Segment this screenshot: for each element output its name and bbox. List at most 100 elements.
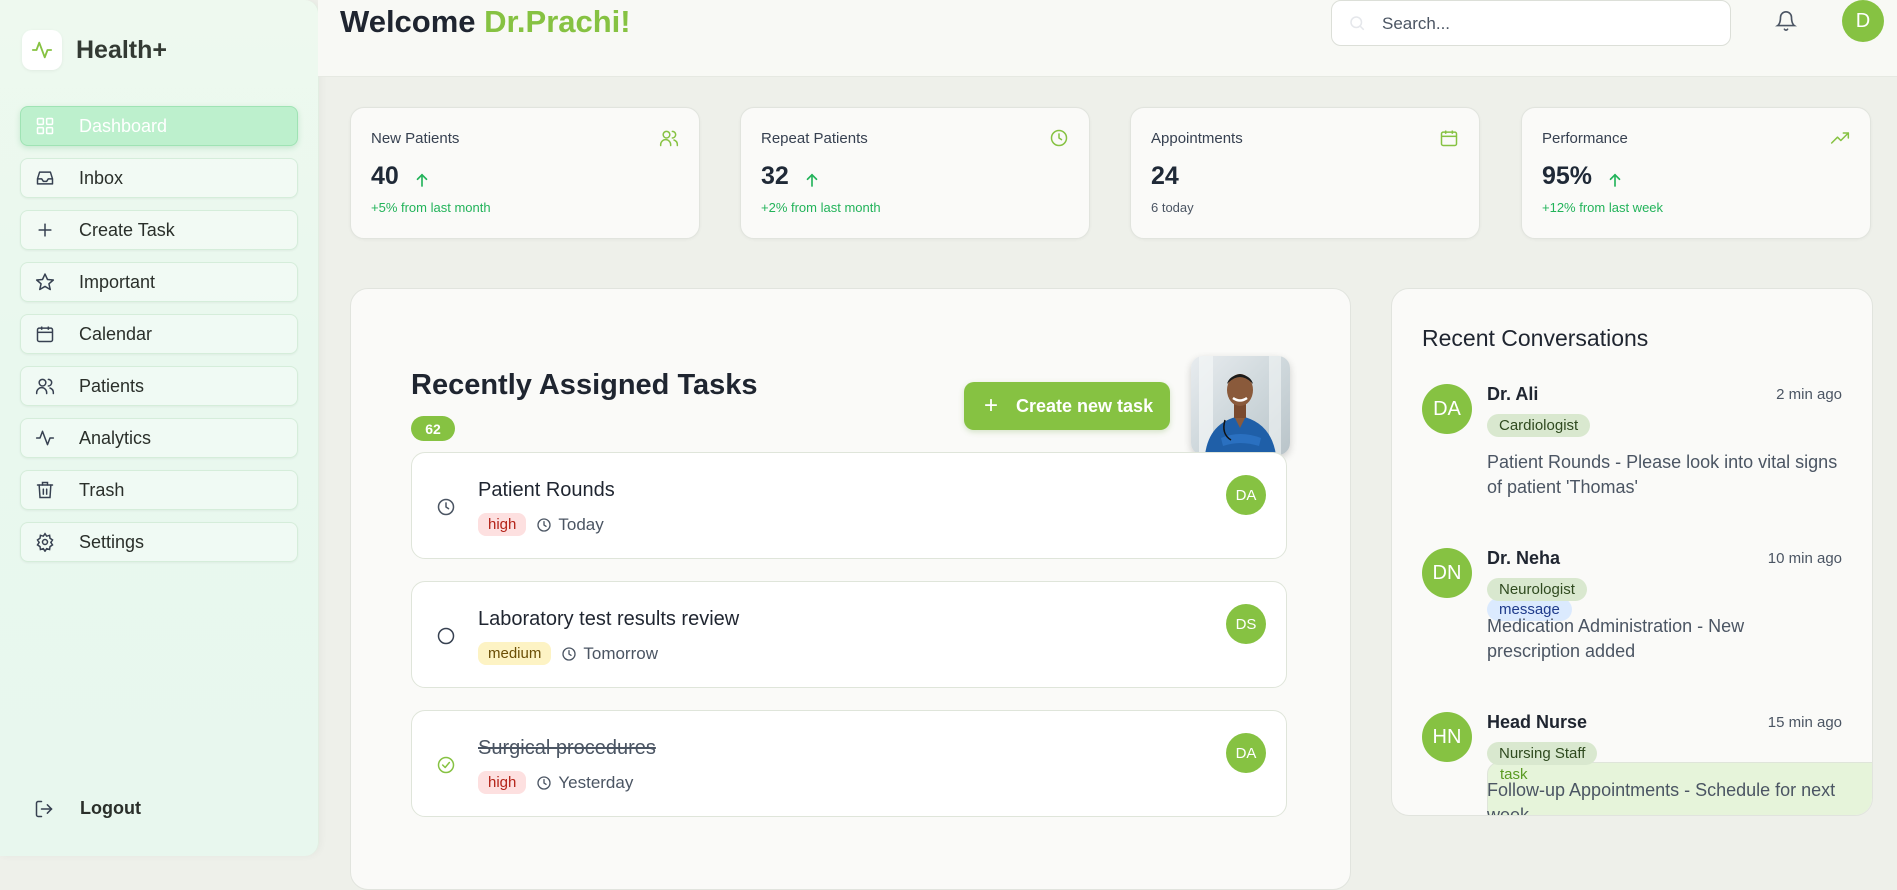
stat-card-new-patients: New Patients 40 +5% from last month	[350, 107, 700, 239]
stat-change: +12% from last week	[1542, 200, 1664, 215]
task-card[interactable]: Laboratory test results review medium To…	[411, 581, 1287, 688]
clock-icon	[437, 498, 455, 516]
sidebar-item-label: Settings	[79, 531, 145, 552]
clock-icon	[562, 646, 577, 661]
arrow-up-icon	[416, 173, 428, 187]
assignee-avatar: DA	[1226, 733, 1266, 773]
stat-label: New Patients	[371, 130, 460, 147]
sidebar-item-create-task[interactable]: Create Task	[20, 210, 298, 250]
sidebar-item-important[interactable]: Important	[20, 262, 298, 302]
task-due: Today	[536, 514, 604, 535]
message-text: Medication Administration - New prescrip…	[1487, 616, 1745, 661]
message-time: 2 min ago	[1776, 386, 1842, 403]
users-icon	[659, 130, 679, 147]
create-task-button[interactable]: + Create new task	[964, 382, 1170, 430]
stat-value: 32	[761, 162, 789, 190]
sidebar-item-patients[interactable]: Patients	[20, 366, 298, 406]
stat-label: Repeat Patients	[761, 130, 868, 147]
circle-icon[interactable]	[436, 626, 456, 646]
task-meta: high Yesterday	[478, 771, 633, 794]
stat-value-row: 40	[371, 162, 431, 191]
message-text: Follow-up Appointments - Schedule for ne…	[1487, 780, 1836, 816]
clock-icon	[537, 775, 552, 790]
logout-button[interactable]: Logout	[34, 798, 141, 819]
page-title: Welcome Dr.Prachi!	[340, 4, 631, 40]
brand: Health+	[22, 30, 167, 70]
message-time: 10 min ago	[1767, 550, 1842, 567]
conversation-item[interactable]: DN Dr. Neha 10 min ago Neurologist Medic…	[1422, 548, 1872, 815]
task-card[interactable]: Surgical procedures high Yesterday DA	[411, 710, 1287, 817]
logout-label: Logout	[80, 798, 141, 818]
task-due-label: Today	[558, 514, 604, 534]
stat-value-row: 95%	[1542, 162, 1624, 191]
sidebar-item-analytics[interactable]: Analytics	[20, 418, 298, 458]
priority-badge: high	[478, 771, 527, 794]
conversation-item[interactable]: DA Dr. Ali 2 min ago Cardiologist Patien…	[1422, 384, 1842, 621]
sender-name: Dr. Ali	[1487, 384, 1539, 404]
user-avatar[interactable]: D	[1842, 0, 1884, 42]
sidebar-item-calendar[interactable]: Calendar	[20, 314, 298, 354]
task-card[interactable]: Patient Rounds high Today DA	[411, 452, 1287, 559]
doctor-photo	[1191, 356, 1290, 455]
search-input[interactable]	[1380, 1, 1714, 47]
star-icon	[35, 273, 55, 291]
sidebar-item-inbox[interactable]: Inbox	[20, 158, 298, 198]
plus-icon	[38, 223, 52, 237]
clock-icon	[1050, 129, 1068, 147]
task-due-label: Yesterday	[558, 772, 634, 792]
message-time: 15 min ago	[1767, 714, 1842, 731]
task-due-label: Tomorrow	[583, 643, 658, 663]
message-text: Patient Rounds - Please look into vital …	[1487, 452, 1838, 497]
stat-label: Performance	[1542, 130, 1628, 147]
stat-value: 95%	[1542, 162, 1593, 190]
trash-icon	[36, 481, 54, 499]
stat-value-row: 24	[1151, 162, 1179, 191]
sender-name: Dr. Neha	[1487, 548, 1561, 568]
plus-icon: +	[984, 392, 999, 419]
stat-card-appointments: Appointments 24 6 today	[1130, 107, 1480, 239]
task-title: Surgical procedures	[478, 737, 656, 759]
conversations-panel: Recent Conversations DA Dr. Ali 2 min ag…	[1391, 288, 1873, 816]
task-title: Patient Rounds	[478, 479, 615, 501]
task-meta: medium Tomorrow	[478, 642, 658, 665]
task-due: Yesterday	[536, 773, 633, 793]
stat-value: 40	[371, 162, 399, 190]
sidebar-item-label: Calendar	[79, 323, 153, 344]
stat-value-row: 32	[761, 162, 821, 191]
tasks-panel: Recently Assigned Tasks 62 + Create new …	[350, 288, 1351, 890]
welcome-prefix: Welcome	[340, 4, 476, 39]
sidebar-item-dashboard[interactable]: Dashboard	[20, 106, 298, 146]
sidebar-item-label: Patients	[79, 375, 145, 396]
task-meta: high Today	[478, 513, 604, 536]
sidebar-item-settings[interactable]: Settings	[20, 522, 298, 562]
calendar-icon	[36, 326, 54, 343]
sender-name: Head Nurse	[1487, 712, 1588, 732]
check-circle-icon[interactable]	[436, 755, 456, 775]
stat-card-repeat-patients: Repeat Patients 32 +2% from last month	[740, 107, 1090, 239]
sidebar-item-label: Inbox	[79, 167, 124, 188]
sidebar-nav: Dashboard Inbox Create Task Important Ca…	[20, 106, 298, 574]
sidebar-item-label: Important	[79, 271, 156, 292]
sidebar: Health+ Dashboard Inbox Create Task Impo…	[0, 0, 319, 856]
avatar: HN	[1422, 712, 1472, 762]
create-task-label: Create new task	[1016, 395, 1154, 416]
search-icon	[1350, 16, 1365, 31]
search-box[interactable]	[1331, 0, 1731, 47]
bell-icon[interactable]	[1775, 10, 1797, 32]
grid-icon	[36, 117, 54, 135]
sidebar-item-trash[interactable]: Trash	[20, 470, 298, 510]
clock-icon	[537, 517, 552, 532]
sidebar-item-label: Dashboard	[79, 115, 168, 136]
inbox-icon	[36, 171, 54, 185]
gear-icon	[36, 532, 54, 552]
doctor-name: Dr.Prachi!	[484, 4, 631, 39]
task-due: Tomorrow	[561, 644, 658, 664]
calendar-icon	[1440, 130, 1458, 147]
arrow-up-icon	[806, 173, 818, 187]
sidebar-item-label: Trash	[79, 479, 125, 500]
task-count-badge: 62	[411, 416, 455, 441]
conversation-item[interactable]: HN Head Nurse 15 min ago Nursing Staff F…	[1422, 712, 1842, 816]
tasks-title: Recently Assigned Tasks	[411, 369, 758, 401]
stat-change: +5% from last month	[371, 200, 491, 215]
activity-icon	[35, 430, 55, 446]
